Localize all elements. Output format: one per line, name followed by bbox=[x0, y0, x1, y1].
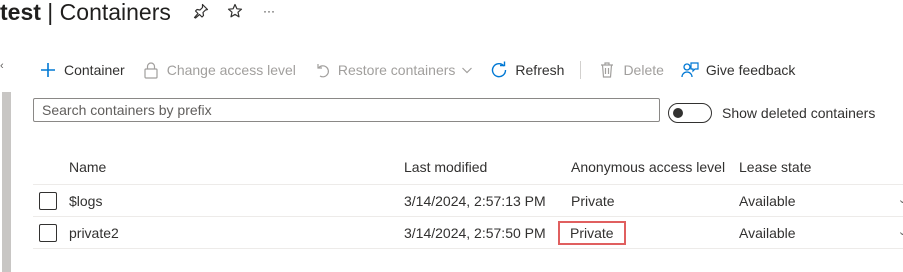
command-bar: Container Change access level Restore co… bbox=[38, 58, 811, 82]
chevron-down-icon[interactable] bbox=[461, 64, 473, 76]
header-actions: ··· bbox=[192, 2, 278, 20]
containers-table: Name Last modified Anonymous access leve… bbox=[33, 150, 903, 249]
collapse-chevron-icon[interactable]: ‹ bbox=[0, 60, 4, 72]
column-header-access-level[interactable]: Anonymous access level bbox=[571, 150, 725, 184]
delete-label: Delete bbox=[623, 62, 664, 78]
last-modified-value: 3/14/2024, 2:57:13 PM bbox=[404, 192, 546, 209]
table-header-row: Name Last modified Anonymous access leve… bbox=[33, 150, 903, 185]
toggle-knob bbox=[673, 108, 683, 118]
refresh-button[interactable]: Refresh bbox=[489, 60, 564, 80]
last-modified-value: 3/14/2024, 2:57:50 PM bbox=[404, 224, 546, 241]
row-checkbox[interactable] bbox=[39, 223, 57, 242]
show-deleted-toggle[interactable] bbox=[668, 103, 712, 123]
access-level-cell: Private bbox=[558, 217, 626, 248]
table-row[interactable]: $logs 3/14/2024, 2:57:13 PM Private Avai… bbox=[33, 185, 903, 217]
page-title-resource: test bbox=[0, 0, 41, 25]
refresh-icon bbox=[489, 60, 509, 80]
row-select bbox=[39, 217, 57, 248]
row-checkbox[interactable] bbox=[39, 191, 57, 210]
scrollbar-thumb[interactable] bbox=[2, 92, 11, 272]
lock-icon bbox=[141, 60, 161, 80]
undo-icon bbox=[312, 60, 332, 80]
pin-icon[interactable] bbox=[192, 2, 210, 20]
delete-button[interactable]: Delete bbox=[597, 60, 664, 80]
star-icon[interactable] bbox=[226, 2, 244, 20]
change-access-level-label: Change access level bbox=[166, 62, 296, 78]
toolbar-divider bbox=[580, 61, 582, 79]
access-level-value: Private bbox=[571, 192, 615, 209]
lease-state-value: Available bbox=[739, 192, 796, 209]
column-header-lease-state[interactable]: Lease state bbox=[739, 150, 811, 184]
more-icon[interactable]: ··· bbox=[260, 2, 278, 20]
trash-icon bbox=[597, 60, 617, 80]
add-container-button[interactable]: Container bbox=[38, 60, 125, 80]
column-header-last-modified[interactable]: Last modified bbox=[404, 150, 487, 184]
give-feedback-button[interactable]: Give feedback bbox=[680, 60, 796, 80]
change-access-level-button[interactable]: Change access level bbox=[141, 60, 296, 80]
show-deleted-label: Show deleted containers bbox=[722, 105, 876, 121]
search-input[interactable] bbox=[33, 98, 660, 122]
feedback-icon bbox=[680, 60, 700, 80]
container-name[interactable]: private2 bbox=[69, 217, 119, 248]
give-feedback-label: Give feedback bbox=[705, 62, 796, 78]
add-icon bbox=[38, 60, 58, 80]
row-chevron-icon[interactable]: ⌄ bbox=[898, 225, 903, 238]
refresh-label: Refresh bbox=[515, 62, 565, 78]
row-chevron-icon[interactable]: ⌄ bbox=[898, 193, 903, 206]
page-title: test | Containers bbox=[0, 0, 171, 24]
left-scroll-strip: ‹ bbox=[0, 0, 14, 272]
container-name[interactable]: $logs bbox=[69, 185, 102, 216]
restore-containers-label: Restore containers bbox=[337, 62, 456, 78]
page-title-section: | Containers bbox=[40, 0, 171, 25]
row-select bbox=[39, 185, 57, 216]
lease-state-value: Available bbox=[739, 224, 796, 241]
access-level-value-highlighted: Private bbox=[558, 220, 626, 245]
column-header-name[interactable]: Name bbox=[69, 150, 106, 184]
add-container-label: Container bbox=[64, 62, 125, 78]
restore-containers-button[interactable]: Restore containers bbox=[312, 60, 474, 80]
table-row[interactable]: private2 3/14/2024, 2:57:50 PM Private A… bbox=[33, 217, 903, 249]
